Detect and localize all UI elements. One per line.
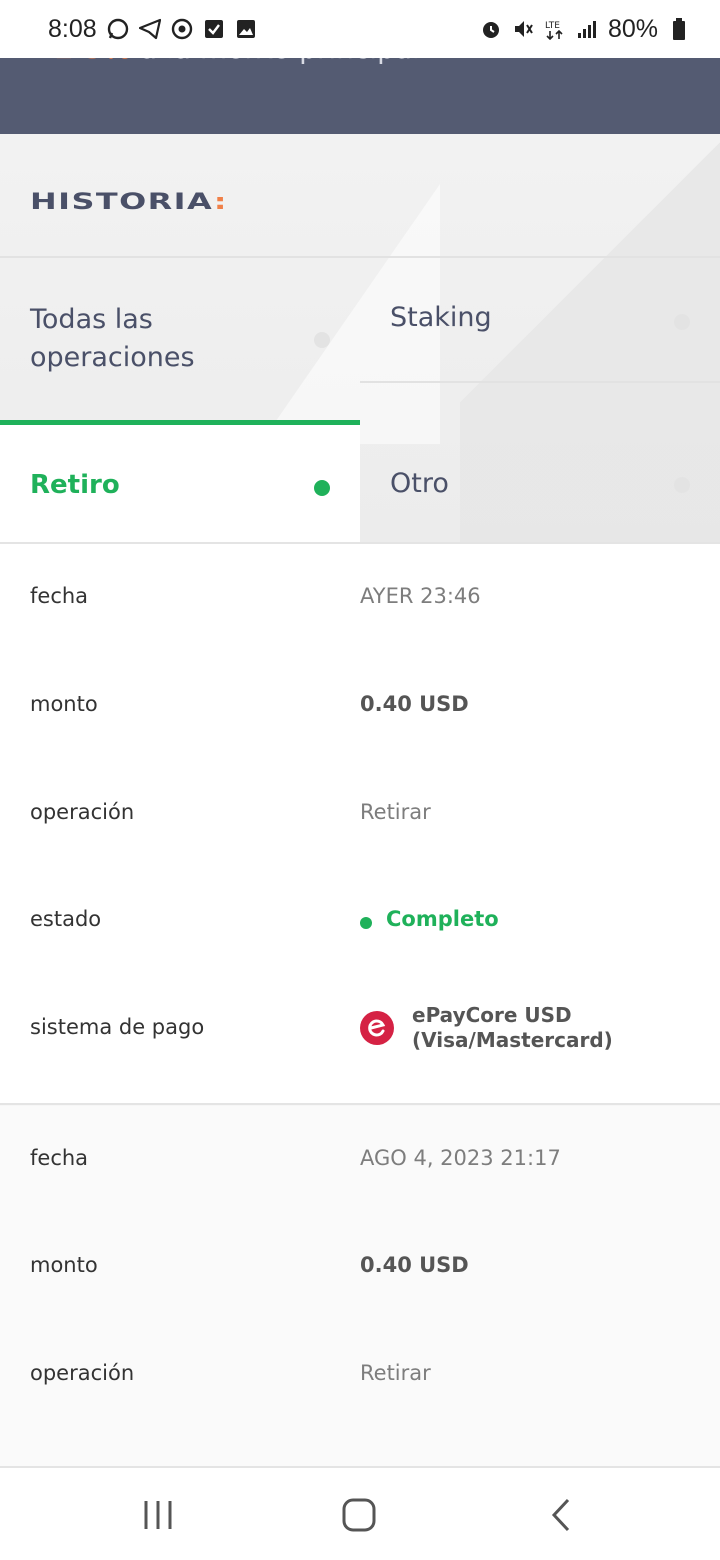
- lte-icon: LTE: [544, 18, 566, 40]
- operation-label: operación: [30, 800, 135, 824]
- recent-apps-icon: [144, 1501, 172, 1529]
- tab-staking[interactable]: Staking: [360, 256, 720, 382]
- tab-other-label: Otro: [390, 467, 449, 499]
- operation-value: Retirar: [360, 800, 431, 824]
- whatsapp-icon: [107, 18, 129, 40]
- amount-value: 0.40 USD: [360, 1253, 469, 1277]
- transaction-record: fecha AGO 4, 2023 21:17 monto 0.40 USD o…: [0, 1106, 720, 1466]
- battery-icon: [668, 18, 690, 40]
- operation-label: operación: [30, 1361, 135, 1385]
- svg-text:LTE: LTE: [545, 21, 560, 31]
- epaycore-logo-icon: [360, 1011, 394, 1045]
- record-row-amount: monto 0.40 USD: [0, 692, 720, 722]
- record-row-operation: operación Retirar: [0, 1361, 720, 1391]
- check-box-icon: [203, 18, 225, 40]
- record-row-payment-system: sistema de pago ePayCore USD (Visa/Maste…: [0, 1003, 720, 1052]
- alarm-icon: [480, 18, 502, 40]
- status-time: 8:08: [48, 14, 97, 43]
- system-navigation-bar: [0, 1466, 720, 1560]
- amount-label: monto: [30, 692, 98, 716]
- status-label: estado: [30, 907, 102, 931]
- tab-all-operations[interactable]: Todas las operaciones: [0, 256, 360, 422]
- date-label: fecha: [30, 1146, 89, 1170]
- transaction-record: fecha AYER 23:46 monto 0.40 USD operació…: [0, 544, 720, 1104]
- tab-indicator-dot: [674, 477, 690, 493]
- back-button[interactable]: [531, 1490, 591, 1540]
- record-row-operation: operación Retirar: [0, 800, 720, 830]
- tab-withdraw-label: Retiro: [30, 469, 120, 500]
- record-row-status: estado Completo: [0, 907, 720, 937]
- amount-label: monto: [30, 1253, 98, 1277]
- record-row-date: fecha AYER 23:46: [0, 584, 720, 614]
- mute-icon: [512, 18, 534, 40]
- status-bar: 8:08 LTE 80%: [0, 0, 720, 58]
- tab-all-operations-label: Todas las operaciones: [30, 304, 195, 373]
- signal-icon: [576, 18, 598, 40]
- tab-indicator-dot: [314, 332, 330, 348]
- payment-system-label: sistema de pago: [30, 1015, 205, 1039]
- tab-other[interactable]: Otro: [360, 422, 720, 544]
- history-title: HISTORIA:: [30, 190, 228, 215]
- tab-staking-label: Staking: [390, 302, 492, 333]
- tab-indicator-dot: [674, 314, 690, 330]
- amount-value: 0.40 USD: [360, 692, 469, 716]
- operation-value: Retirar: [360, 1361, 431, 1385]
- date-label: fecha: [30, 584, 89, 608]
- status-badge: Completo: [360, 907, 499, 931]
- chrome-icon: [171, 18, 193, 40]
- record-row-amount: monto 0.40 USD: [0, 1253, 720, 1283]
- recent-apps-button[interactable]: [128, 1490, 188, 1540]
- gallery-icon: [235, 18, 257, 40]
- battery-percent: 80%: [607, 14, 658, 43]
- home-button[interactable]: [329, 1490, 389, 1540]
- date-value: AYER 23:46: [360, 584, 481, 608]
- telegram-icon: [138, 18, 161, 40]
- tab-active-dot: [314, 480, 330, 496]
- payment-system-value: ePayCore USD (Visa/Mastercard): [412, 1003, 613, 1052]
- date-value: AGO 4, 2023 21:17: [360, 1146, 561, 1170]
- home-icon: [342, 1498, 376, 1532]
- record-row-date: fecha AGO 4, 2023 21:17: [0, 1146, 720, 1176]
- back-icon: [551, 1498, 570, 1532]
- tab-withdraw[interactable]: Retiro: [0, 420, 360, 544]
